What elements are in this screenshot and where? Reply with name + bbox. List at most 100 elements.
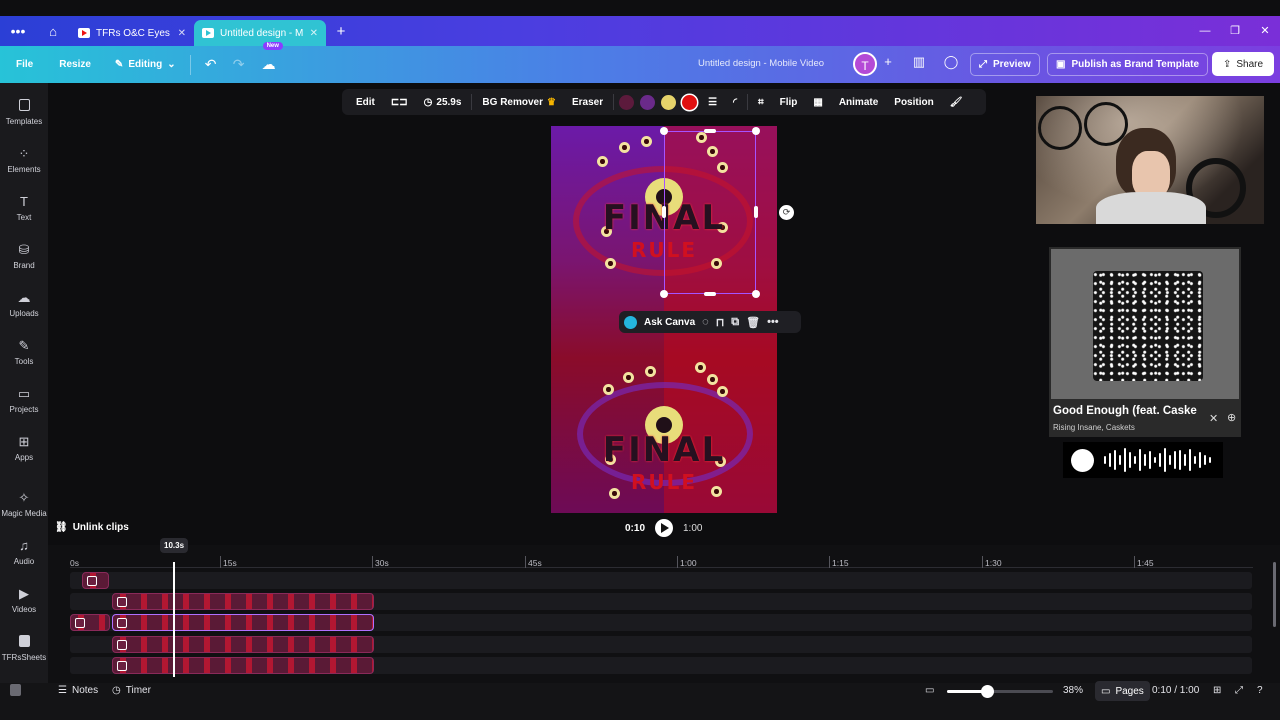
flip-button[interactable]: Flip <box>772 97 806 108</box>
play-button[interactable] <box>655 519 673 537</box>
duplicate-icon[interactable]: ⧉ <box>731 316 739 329</box>
unlink-clips-button[interactable]: ⛓ Unlink clips <box>55 522 129 533</box>
zoom-level[interactable]: 38% <box>1063 685 1083 696</box>
resize-handle[interactable] <box>754 206 758 218</box>
crop-icon[interactable]: ⌗ <box>750 97 772 108</box>
sidebar-item-tfrsheets[interactable]: TFRsSheets <box>0 635 48 662</box>
edit-button[interactable]: Edit <box>348 97 383 108</box>
avatar[interactable]: T <box>853 52 877 76</box>
timeline-clip[interactable] <box>112 636 374 653</box>
app-thumbnail[interactable] <box>10 684 21 696</box>
small-eye <box>641 136 652 147</box>
timeline-scrollbar[interactable] <box>1273 562 1276 627</box>
close-tab-icon[interactable]: ✕ <box>310 28 318 39</box>
resize-handle[interactable] <box>704 129 716 133</box>
browser-menu-icon[interactable]: ••• <box>0 23 36 39</box>
selection-box[interactable] <box>664 131 756 294</box>
corner-rounding-icon[interactable]: ◜ <box>725 97 745 108</box>
ask-canva-button[interactable]: Ask Canva <box>644 317 695 328</box>
sidebar-item-tools[interactable]: ✎ Tools <box>0 339 48 367</box>
sidebar-item-videos[interactable]: ▶ Videos <box>0 587 48 615</box>
resize-handle[interactable] <box>752 127 760 135</box>
insights-icon[interactable]: ▥ <box>908 54 930 70</box>
resize-handle[interactable] <box>704 292 716 296</box>
close-window-icon[interactable]: ✕ <box>1250 16 1280 46</box>
divider <box>613 94 615 110</box>
new-tab-icon[interactable]: + <box>326 23 356 40</box>
copy-style-icon[interactable]: 🖌 <box>942 97 971 108</box>
publish-brand-template-button[interactable]: ▣ Publish as Brand Template <box>1047 53 1209 76</box>
share-button[interactable]: ⇪ Share <box>1212 52 1274 76</box>
timeline-clip-selected[interactable] <box>112 614 374 631</box>
templates-icon <box>17 99 31 113</box>
image-icon <box>117 640 127 650</box>
resize-handle[interactable] <box>660 127 668 135</box>
more-icon[interactable]: ••• <box>767 316 779 328</box>
redo-icon[interactable]: ↷ <box>225 56 253 73</box>
sidebar-item-audio[interactable]: ♫ Audio <box>0 539 48 567</box>
rotate-icon[interactable]: ⟳ <box>779 205 794 220</box>
sidebar-item-projects[interactable]: ▭ Projects <box>0 387 48 415</box>
resize-button[interactable]: Resize <box>51 59 99 70</box>
sidebar-item-brand[interactable]: ⛁ Brand <box>0 243 48 271</box>
cloud-save-icon[interactable]: ☁ New <box>253 42 285 73</box>
notes-button[interactable]: ☰ Notes <box>58 685 98 696</box>
animate-button[interactable]: Animate <box>831 97 886 108</box>
home-icon[interactable]: ⌂ <box>36 24 70 39</box>
sidebar-item-elements[interactable]: ⁘ Elements <box>0 147 48 175</box>
color-swatch[interactable] <box>682 94 698 110</box>
timeline-clip[interactable] <box>82 572 109 589</box>
ruler-label: 15s <box>223 558 237 568</box>
timeline-clip[interactable] <box>112 657 374 674</box>
close-icon[interactable]: ✕ <box>1209 412 1218 425</box>
small-eye <box>645 366 656 377</box>
add-collaborator-icon[interactable]: + <box>877 54 899 69</box>
sidebar-item-magic-media[interactable]: ✧ Magic Media <box>0 491 48 519</box>
browser-tab[interactable]: TFRs O&C Eyes - Yo… ✕ <box>70 20 194 46</box>
timeline-clip[interactable] <box>70 614 110 631</box>
color-swatch[interactable] <box>661 94 677 110</box>
eraser-button[interactable]: Eraser <box>564 97 611 108</box>
timeline-track[interactable] <box>70 572 1252 589</box>
comment-icon[interactable]: ◯ <box>940 54 962 70</box>
document-title[interactable]: Untitled design - Mobile Video <box>698 58 824 69</box>
small-eye <box>619 142 630 153</box>
help-icon[interactable]: ? <box>1257 685 1263 696</box>
restore-icon[interactable]: ❐ <box>1220 16 1250 46</box>
color-swatch[interactable] <box>619 94 635 110</box>
color-swatch[interactable] <box>640 94 656 110</box>
zoom-slider[interactable] <box>947 685 1053 698</box>
add-icon[interactable]: ⊕ <box>1227 411 1236 424</box>
preview-button[interactable]: ⤢ Preview <box>970 53 1040 76</box>
grid-view-icon[interactable]: ⊞ <box>1213 685 1221 696</box>
resize-handle[interactable] <box>662 206 666 218</box>
timer-button[interactable]: ◷ Timer <box>112 685 151 696</box>
resize-handle[interactable] <box>660 290 668 298</box>
resize-handle[interactable] <box>752 290 760 298</box>
sidebar-item-text[interactable]: T Text <box>0 195 48 223</box>
sidebar-item-label: Elements <box>7 165 41 174</box>
editing-mode-button[interactable]: ✎ Editing ⌄ <box>107 59 184 70</box>
undo-icon[interactable]: ↶ <box>197 56 225 73</box>
split-icon[interactable]: ⊏⊐ <box>383 97 416 108</box>
close-tab-icon[interactable]: ✕ <box>178 28 186 39</box>
minimize-icon[interactable]: — <box>1190 16 1220 46</box>
comment-icon[interactable]: ◌ <box>702 316 709 328</box>
duration-button[interactable]: ◷ 25.9s <box>416 97 470 108</box>
sidebar-item-templates[interactable]: Templates <box>0 99 48 126</box>
sidebar-item-uploads[interactable]: ☁ Uploads <box>0 291 48 319</box>
transparency-icon[interactable]: ▦ <box>805 97 830 108</box>
pages-button[interactable]: ▭ Pages <box>1095 681 1150 701</box>
playhead[interactable] <box>173 562 175 677</box>
bg-remover-button[interactable]: BG Remover ♛ <box>474 97 564 108</box>
timeline-clip[interactable] <box>112 593 374 610</box>
hide-timeline-icon[interactable]: ▭ <box>925 685 934 696</box>
border-style-icon[interactable]: ☰ <box>700 97 725 108</box>
trash-icon[interactable]: 🗑 <box>746 316 760 329</box>
browser-tab-active[interactable]: Untitled design - M… ✕ <box>194 20 326 46</box>
sidebar-item-apps[interactable]: ⊞ Apps <box>0 435 48 463</box>
position-button[interactable]: Position <box>886 97 941 108</box>
file-menu[interactable]: File <box>8 59 41 70</box>
lock-icon[interactable]: ⊓ <box>716 316 725 329</box>
fullscreen-icon[interactable]: ⤢ <box>1235 685 1243 696</box>
